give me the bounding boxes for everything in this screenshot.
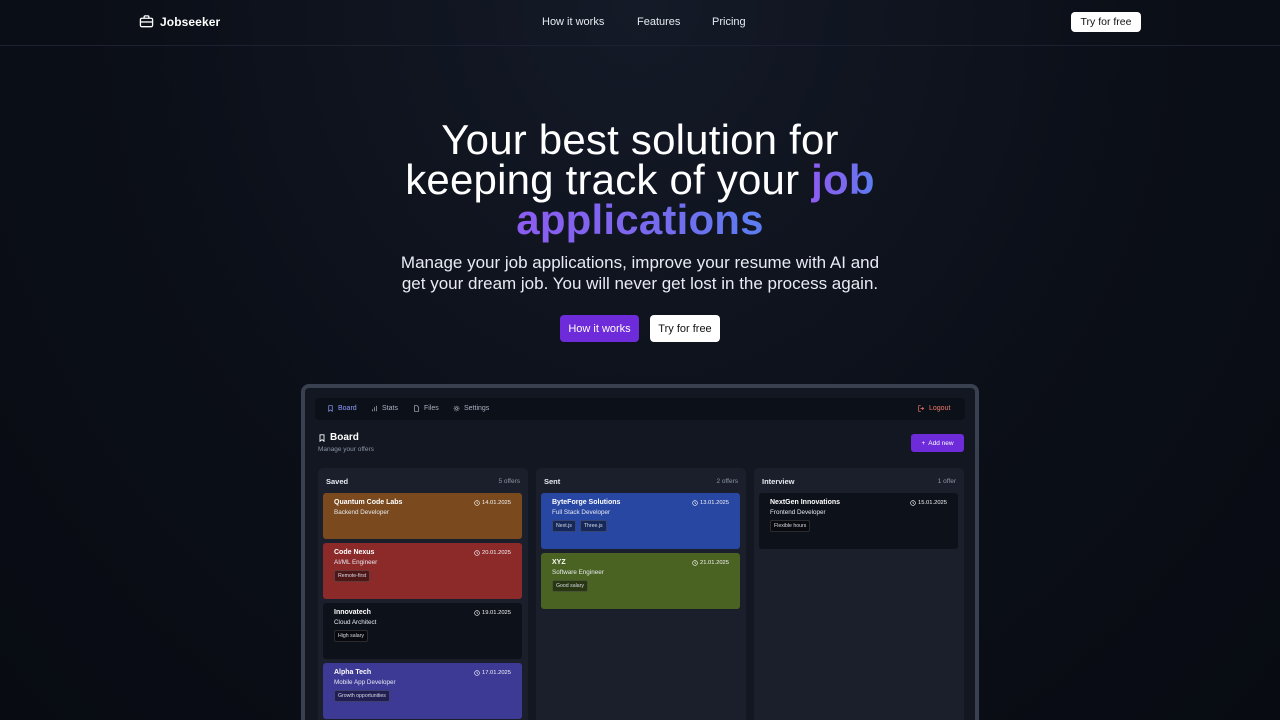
- column-interview: Interview 1 offer NextGen Innovations Fr…: [754, 468, 964, 720]
- hero-subtitle-line2: get your dream job. You will never get l…: [401, 274, 879, 293]
- card-date-text: 20.01.2025: [481, 550, 511, 556]
- hero-subtitle-line1: Manage your job applications, improve yo…: [400, 253, 880, 272]
- nav-link-pricing[interactable]: Pricing: [712, 16, 746, 28]
- card-date: 20.01.2025: [474, 550, 511, 556]
- nav-link-features[interactable]: Features: [637, 16, 680, 28]
- card-tag: Flexible hours: [770, 520, 811, 532]
- offer-card-innovatech[interactable]: Innovatech Cloud Architect High salary 1…: [323, 603, 522, 659]
- card-role: Software Engineer: [552, 569, 604, 576]
- bookmark-icon: [319, 433, 325, 442]
- clock-icon: [474, 550, 480, 556]
- card-role: Cloud Architect: [334, 619, 377, 626]
- card-date-text: 15.01.2025: [917, 500, 947, 506]
- clock-icon: [474, 670, 480, 676]
- try-for-free-button[interactable]: Try for free: [650, 315, 720, 342]
- column-count: 2 offers: [716, 478, 738, 485]
- hero-title-accent-applications: applications: [516, 196, 764, 243]
- card-role: Full Stack Developer: [552, 509, 611, 516]
- offer-card-alpha-tech[interactable]: Alpha Tech Mobile App Developer Growth o…: [323, 663, 522, 719]
- column-saved: Saved 5 offers Quantum Code Labs Backend…: [318, 468, 528, 720]
- card-tag: Growth opportunities: [334, 690, 390, 702]
- logout-icon: [918, 405, 925, 412]
- board-subtitle: Manage your offers: [318, 446, 374, 453]
- offer-card-xyz[interactable]: XYZ Software Engineer Good salary 21.01.…: [541, 553, 740, 609]
- card-role: Mobile App Developer: [334, 679, 396, 686]
- bookmark-icon: [328, 405, 333, 412]
- clock-icon: [474, 500, 480, 506]
- app-tab-label: Board: [338, 405, 357, 412]
- app-navbar: Board Stats Files Settings Logout: [315, 398, 965, 420]
- clock-icon: [910, 500, 916, 506]
- clock-icon: [692, 500, 698, 506]
- card-date-text: 19.01.2025: [481, 610, 511, 616]
- add-new-label: Add new: [928, 439, 954, 447]
- app-tab-board[interactable]: Board: [327, 405, 357, 412]
- column-count: 1 offer: [937, 478, 956, 485]
- card-tag: High salary: [334, 630, 368, 642]
- app-tab-label: Files: [424, 405, 439, 412]
- card-tag: Next.js: [552, 520, 576, 532]
- card-role: Frontend Developer: [770, 509, 826, 516]
- hero-title: Your best solution for keeping track of …: [0, 119, 1280, 243]
- offer-card-byteforge-solutions[interactable]: ByteForge Solutions Full Stack Developer…: [541, 493, 740, 549]
- offer-card-code-nexus[interactable]: Code Nexus AI/ML Engineer Remote-first 2…: [323, 543, 522, 599]
- logout-label: Logout: [929, 405, 951, 412]
- card-tag: Good salary: [552, 580, 588, 592]
- bar-chart-icon: [372, 405, 377, 412]
- board-header: Board Manage your offers: [318, 432, 374, 453]
- card-date: 19.01.2025: [474, 610, 511, 616]
- column-title: Sent: [544, 477, 561, 486]
- card-date-text: 14.01.2025: [481, 500, 511, 506]
- column-count: 5 offers: [498, 478, 520, 485]
- logout-button[interactable]: Logout: [918, 405, 950, 412]
- board-title-text: Board: [330, 432, 359, 443]
- nav-link-how-it-works[interactable]: How it works: [542, 16, 604, 28]
- hero-subtitle: Manage your job applications, improve yo…: [0, 252, 1280, 294]
- card-date-text: 13.01.2025: [699, 500, 729, 506]
- board-title: Board: [318, 432, 374, 443]
- column-title: Interview: [762, 477, 795, 486]
- how-it-works-button[interactable]: How it works: [560, 315, 639, 342]
- card-role: Backend Developer: [334, 509, 389, 516]
- app-tab-label: Stats: [382, 405, 398, 412]
- card-date-text: 17.01.2025: [481, 670, 511, 676]
- app-tab-files[interactable]: Files: [413, 405, 439, 412]
- column-sent: Sent 2 offers ByteForge Solutions Full S…: [536, 468, 746, 720]
- card-date: 13.01.2025: [692, 500, 729, 506]
- plus-icon: +: [921, 439, 926, 447]
- clock-icon: [692, 560, 698, 566]
- top-navbar: Jobseeker How it works Features Pricing …: [0, 0, 1280, 46]
- add-new-button[interactable]: + Add new: [911, 434, 964, 452]
- card-tag: Three.js: [579, 520, 607, 532]
- card-date: 14.01.2025: [474, 500, 511, 506]
- brand-logo[interactable]: Jobseeker: [139, 14, 220, 29]
- hero-title-accent-job: job: [811, 156, 875, 203]
- app-tab-stats[interactable]: Stats: [371, 405, 398, 412]
- offer-card-quantum-code-labs[interactable]: Quantum Code Labs Backend Developer 14.0…: [323, 493, 522, 539]
- brand-name: Jobseeker: [160, 14, 221, 29]
- clock-icon: [474, 610, 480, 616]
- app-tab-label: Settings: [464, 405, 490, 412]
- card-role: AI/ML Engineer: [334, 559, 378, 566]
- card-date: 17.01.2025: [474, 670, 511, 676]
- nav-try-free-button[interactable]: Try for free: [1071, 12, 1141, 32]
- card-date-text: 21.01.2025: [699, 560, 729, 566]
- file-icon: [414, 405, 419, 412]
- card-tag: Remote-first: [334, 570, 371, 582]
- gear-icon: [453, 405, 460, 412]
- app-preview-frame: Board Stats Files Settings Logout Board …: [301, 384, 979, 720]
- card-date: 21.01.2025: [692, 560, 729, 566]
- offer-card-nextgen-innovations[interactable]: NextGen Innovations Frontend Developer F…: [759, 493, 958, 549]
- app-tab-settings[interactable]: Settings: [453, 405, 489, 412]
- column-title: Saved: [326, 477, 349, 486]
- briefcase-icon: [139, 15, 154, 28]
- card-date: 15.01.2025: [910, 500, 947, 506]
